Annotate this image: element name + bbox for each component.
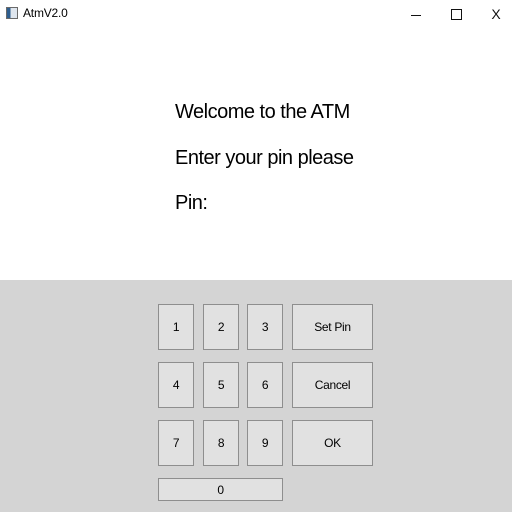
key-3-button[interactable]: 3 — [247, 304, 283, 350]
app-window-icon — [6, 7, 18, 19]
key-2-button[interactable]: 2 — [203, 304, 239, 350]
minimize-icon — [411, 14, 421, 16]
atm-window: AtmV2.0 X Welcome to the ATM Enter your … — [0, 0, 512, 512]
key-8-button[interactable]: 8 — [203, 420, 239, 466]
key-5-button[interactable]: 5 — [203, 362, 239, 408]
maximize-button[interactable] — [436, 0, 476, 28]
message-area: Welcome to the ATM Enter your pin please… — [0, 30, 512, 280]
prompt-label: Enter your pin please — [175, 147, 354, 169]
welcome-label: Welcome to the ATM — [175, 101, 350, 123]
key-1-button[interactable]: 1 — [158, 304, 194, 350]
cancel-button[interactable]: Cancel — [292, 362, 373, 408]
key-4-button[interactable]: 4 — [158, 362, 194, 408]
close-button[interactable]: X — [476, 0, 512, 28]
window-title: AtmV2.0 — [23, 6, 68, 20]
key-9-button[interactable]: 9 — [247, 420, 283, 466]
key-7-button[interactable]: 7 — [158, 420, 194, 466]
set-pin-button[interactable]: Set Pin — [292, 304, 373, 350]
key-0-button[interactable]: 0 — [158, 478, 283, 501]
keypad-panel: 1 2 3 Set Pin 4 5 6 Cancel 7 8 9 OK 0 — [0, 280, 512, 512]
maximize-icon — [450, 8, 462, 20]
key-6-button[interactable]: 6 — [247, 362, 283, 408]
close-icon: X — [491, 6, 501, 22]
ok-button[interactable]: OK — [292, 420, 373, 466]
title-bar[interactable]: AtmV2.0 X — [0, 0, 512, 30]
minimize-button[interactable] — [396, 0, 436, 28]
pin-label: Pin: — [175, 192, 208, 214]
